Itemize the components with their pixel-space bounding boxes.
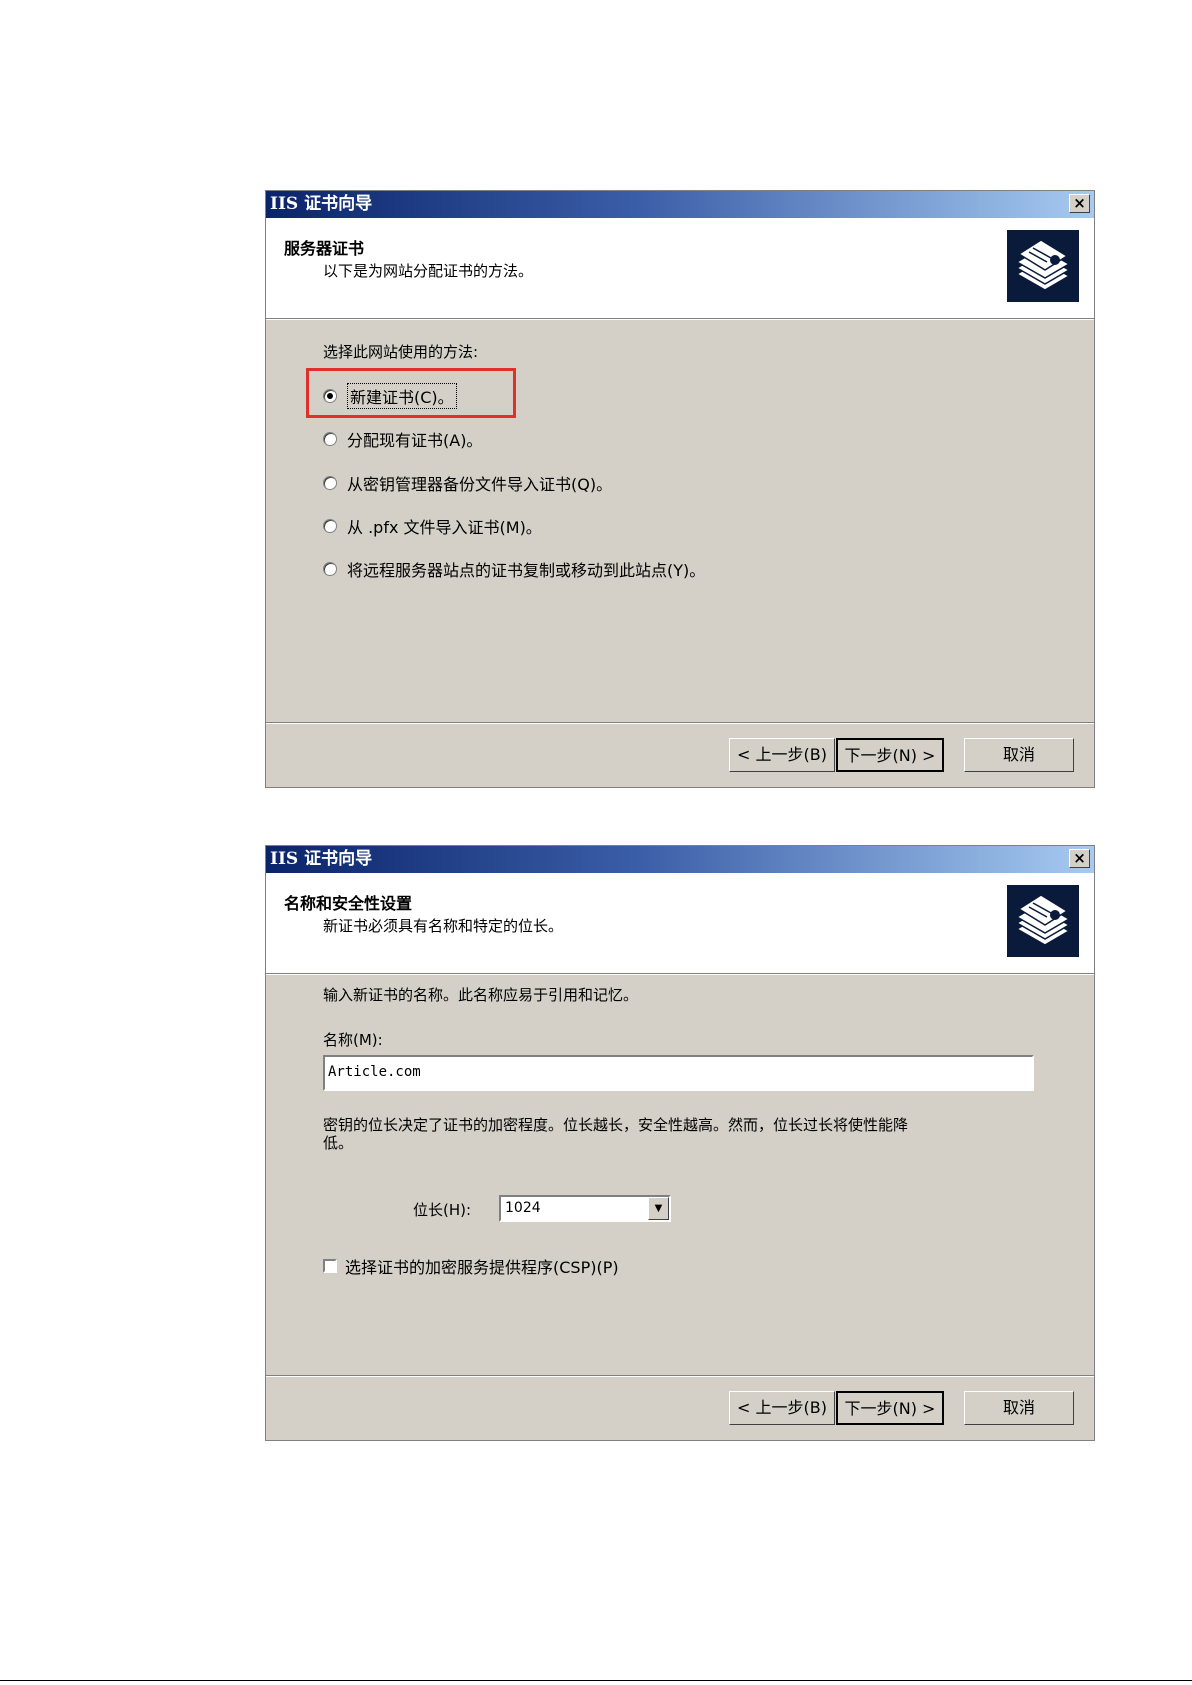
header-title: 服务器证书 <box>284 239 365 258</box>
intro-text: 输入新证书的名称。此名称应易于引用和记忆。 <box>323 986 639 1004</box>
radio-new-certificate[interactable]: 新建证书(C)。 <box>323 383 457 409</box>
csp-checkbox[interactable] <box>323 1259 337 1273</box>
wizard-footer: < 上一步(B) 下一步(N) > 取消 <box>266 1375 1094 1440</box>
cancel-button[interactable]: 取消 <box>964 738 1074 772</box>
header-subtitle: 新证书必须具有名称和特定的位长。 <box>323 917 564 935</box>
back-button[interactable]: < 上一步(B) <box>729 1391 835 1425</box>
radio-button[interactable] <box>323 562 337 576</box>
method-prompt: 选择此网站使用的方法: <box>323 343 479 361</box>
name-input[interactable]: Article.com <box>323 1055 1034 1091</box>
close-button[interactable]: × <box>1069 849 1090 868</box>
server-certificate-dialog: IIS 证书向导 × 服务器证书 以下是为网站分配证书的方法。 选择此网站使用的… <box>265 190 1095 788</box>
back-button[interactable]: < 上一步(B) <box>729 738 835 772</box>
radio-label: 将远程服务器站点的证书复制或移动到此站点(Y)。 <box>347 561 706 580</box>
radio-label: 从密钥管理器备份文件导入证书(Q)。 <box>347 475 613 494</box>
certificate-stack-icon <box>1007 885 1079 957</box>
radio-import-keymanager[interactable]: 从密钥管理器备份文件导入证书(Q)。 <box>323 471 612 495</box>
radio-label: 从 .pfx 文件导入证书(M)。 <box>347 518 542 537</box>
wizard-header: 服务器证书 以下是为网站分配证书的方法。 <box>266 218 1094 319</box>
bitlength-description-line1: 密钥的位长决定了证书的加密程度。位长越长，安全性越高。然而，位长过长将使性能降 <box>323 1116 909 1134</box>
bitlength-description-line2: 低。 <box>323 1134 354 1152</box>
window-title: IIS 证书向导 <box>270 194 373 214</box>
wizard-footer: < 上一步(B) 下一步(N) > 取消 <box>266 722 1094 787</box>
bitlength-label: 位长(H): <box>413 1201 472 1219</box>
name-label: 名称(M): <box>323 1031 383 1049</box>
csp-checkbox-row[interactable]: 选择证书的加密服务提供程序(CSP)(P) <box>323 1254 619 1278</box>
radio-label: 分配现有证书(A)。 <box>347 431 483 450</box>
bitlength-value: 1024 <box>505 1200 541 1216</box>
next-button[interactable]: 下一步(N) > <box>836 1391 944 1425</box>
radio-label: 新建证书(C)。 <box>347 383 457 409</box>
header-subtitle: 以下是为网站分配证书的方法。 <box>323 262 534 280</box>
name-security-dialog: IIS 证书向导 × 名称和安全性设置 新证书必须具有名称和特定的位长。 输入新… <box>265 845 1095 1441</box>
wizard-body: 选择此网站使用的方法: 新建证书(C)。 分配现有证书(A)。 从密钥管理器备份… <box>266 319 1094 724</box>
radio-copy-remote[interactable]: 将远程服务器站点的证书复制或移动到此站点(Y)。 <box>323 557 705 581</box>
radio-button[interactable] <box>323 389 337 403</box>
radio-assign-existing[interactable]: 分配现有证书(A)。 <box>323 427 482 451</box>
window-title: IIS 证书向导 <box>270 849 373 869</box>
radio-button[interactable] <box>323 519 337 533</box>
wizard-header: 名称和安全性设置 新证书必须具有名称和特定的位长。 <box>266 873 1094 974</box>
wizard-body: 输入新证书的名称。此名称应易于引用和记忆。 名称(M): Article.com… <box>266 974 1094 1374</box>
cancel-button[interactable]: 取消 <box>964 1391 1074 1425</box>
header-title: 名称和安全性设置 <box>284 894 413 913</box>
certificate-stack-icon <box>1007 230 1079 302</box>
radio-button[interactable] <box>323 476 337 490</box>
title-bar: IIS 证书向导 × <box>266 191 1094 218</box>
next-button[interactable]: 下一步(N) > <box>836 738 944 772</box>
radio-import-pfx[interactable]: 从 .pfx 文件导入证书(M)。 <box>323 514 542 538</box>
csp-label: 选择证书的加密服务提供程序(CSP)(P) <box>345 1258 619 1277</box>
chevron-down-icon[interactable]: ▼ <box>648 1197 669 1220</box>
bitlength-select[interactable]: 1024 ▼ <box>499 1195 671 1222</box>
radio-button[interactable] <box>323 432 337 446</box>
close-button[interactable]: × <box>1069 194 1090 213</box>
title-bar: IIS 证书向导 × <box>266 846 1094 873</box>
page-divider <box>0 1680 1192 1681</box>
